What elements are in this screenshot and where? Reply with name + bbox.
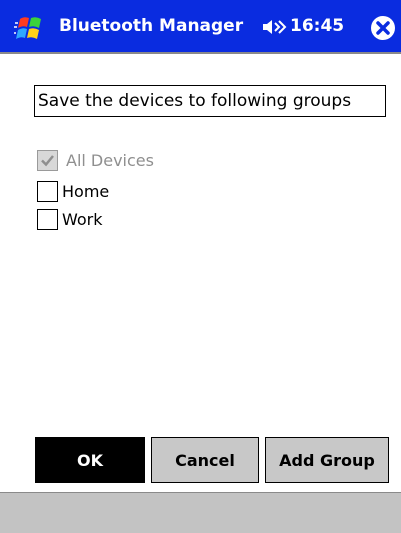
command-bar [0, 492, 401, 533]
windows-flag-icon[interactable] [14, 13, 48, 43]
group-label-all-devices: All Devices [66, 150, 154, 170]
ok-button[interactable]: OK [35, 437, 145, 483]
close-icon[interactable] [370, 15, 396, 41]
group-label-work: Work [62, 209, 103, 229]
add-group-button[interactable]: Add Group [265, 437, 389, 483]
group-label-home: Home [62, 181, 110, 201]
group-prompt-label: Save the devices to following groups [34, 85, 386, 117]
checkbox-home[interactable] [37, 180, 58, 202]
group-option-work[interactable]: Work [37, 208, 103, 230]
clock[interactable]: 16:45 [290, 15, 344, 37]
group-option-home[interactable]: Home [37, 180, 109, 202]
speaker-icon[interactable] [261, 17, 287, 37]
group-option-all-devices: All Devices [37, 149, 154, 171]
cancel-button[interactable]: Cancel [151, 437, 259, 483]
title-bar: Bluetooth Manager 16:45 [0, 0, 401, 54]
checkbox-work[interactable] [37, 208, 58, 230]
checkbox-all-devices [37, 149, 58, 171]
app-title: Bluetooth Manager [59, 16, 244, 36]
